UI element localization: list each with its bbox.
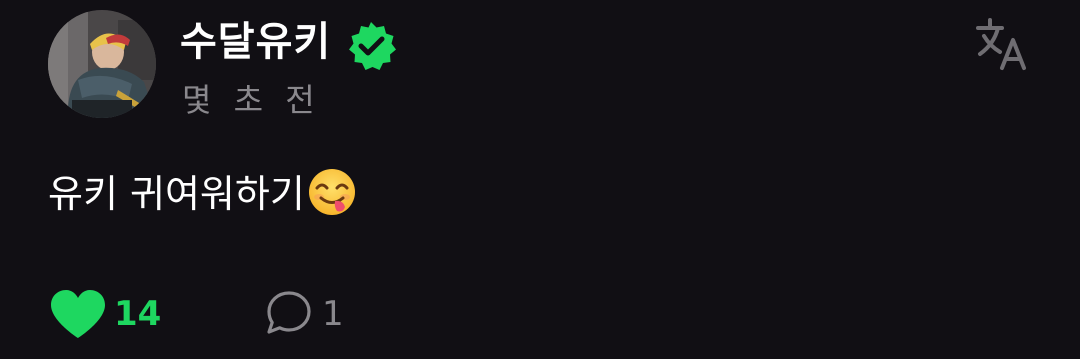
translate-icon[interactable] [972, 14, 1030, 72]
comment-icon [267, 291, 311, 334]
author-name[interactable]: 수달유키 [180, 12, 331, 72]
avatar-photo [48, 10, 156, 118]
like-count: 14 [114, 294, 162, 334]
post-text: 유키 귀여워하기 [48, 166, 357, 222]
verified-badge-icon [349, 22, 396, 70]
yum-face-emoji [308, 169, 355, 215]
timestamp: 몇 초 전 [182, 81, 321, 119]
comment-count: 1 [322, 294, 344, 334]
post-card: 수달유키 몇 초 전 유키 귀여워하기 14 1 [0, 0, 1080, 359]
post-body: 유키 귀여워하기 [48, 172, 305, 216]
avatar[interactable] [48, 10, 156, 118]
heart-icon [51, 290, 105, 338]
